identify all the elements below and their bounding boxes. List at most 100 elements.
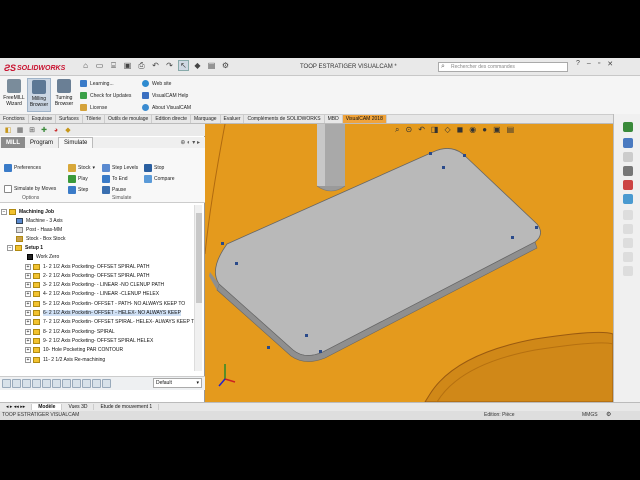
options-gear-icon[interactable]: ⚙ <box>220 60 231 71</box>
view-palette-icon[interactable] <box>623 166 633 176</box>
configuration-select[interactable]: Default ▾ <box>153 378 202 388</box>
expand-icon[interactable]: + <box>25 310 31 316</box>
task-icon[interactable] <box>623 224 633 234</box>
license-link[interactable]: License <box>80 104 107 111</box>
appearance-icon[interactable]: ● <box>482 125 487 135</box>
check-updates-link[interactable]: Check for Updates <box>80 92 131 99</box>
appearances-icon[interactable] <box>623 180 633 190</box>
tree-root[interactable]: − Machining Job <box>1 207 54 216</box>
tab-modele[interactable]: Modèle <box>32 404 63 410</box>
task-icon[interactable] <box>623 266 633 276</box>
tree-work-zero[interactable]: Work Zero <box>27 252 59 261</box>
tab-visualcam[interactable]: VisualCAM 2018 <box>342 115 387 123</box>
freemill-wizard-button[interactable]: FreeMILL Wizard <box>2 78 26 112</box>
zoom-area-icon[interactable]: ⊙ <box>405 125 412 135</box>
dimxpert-icon[interactable]: ✚ <box>39 125 49 135</box>
custom-properties-icon[interactable] <box>623 194 633 204</box>
hide-show-icon[interactable]: ◉ <box>469 125 476 135</box>
view-orientation-icon[interactable]: ◇ <box>444 125 450 135</box>
configuration-manager-icon[interactable]: ⊞ <box>27 125 37 135</box>
operation-item[interactable]: +4- 2 1/2 Axis Pocketing- - LINEAR -CLEN… <box>25 290 159 299</box>
tab-edition-directe[interactable]: Edition directe <box>152 115 192 123</box>
milling-browser-button[interactable]: Milling Browser <box>27 78 51 112</box>
tool-icon[interactable] <box>42 379 51 388</box>
redo-icon[interactable]: ↷ <box>164 60 175 71</box>
tab-marquage[interactable]: Marquage <box>191 115 221 123</box>
tool-icon[interactable] <box>22 379 31 388</box>
expand-icon[interactable]: + <box>25 263 31 270</box>
step-levels-button[interactable]: Step Levels <box>102 164 138 172</box>
pause-button[interactable]: Pause <box>102 186 126 194</box>
tree-stock[interactable]: Stock - Box Stock <box>16 234 65 243</box>
about-visualcam-link[interactable]: About VisualCAM <box>142 104 191 111</box>
expand-icon[interactable]: + <box>25 272 31 279</box>
status-help-icon[interactable]: ⚙ <box>606 411 611 418</box>
visualcam-tree-icon[interactable]: ◆ <box>63 125 73 135</box>
tree-scrollbar[interactable] <box>194 205 202 371</box>
expand-icon[interactable]: + <box>25 356 31 363</box>
solidworks-logo[interactable]: ƧS SOLIDWORKS <box>4 62 65 74</box>
preferences-button[interactable]: Preferences <box>4 164 41 172</box>
tab-complements[interactable]: Compléments de SOLIDWORKS <box>244 115 325 123</box>
home-icon[interactable]: ⌂ <box>80 60 91 71</box>
tree-machine[interactable]: Machine - 3 Axis <box>16 216 63 225</box>
undo-icon[interactable]: ↶ <box>150 60 161 71</box>
tab-program[interactable]: Program <box>25 137 58 148</box>
view-settings-icon[interactable]: ▤ <box>507 125 515 135</box>
collapse-icon[interactable]: − <box>1 208 7 215</box>
tab-motion-study[interactable]: Etude de mouvement 1 <box>94 404 160 410</box>
file-explorer-icon[interactable] <box>623 152 633 162</box>
tool-icon[interactable] <box>32 379 41 388</box>
print-icon[interactable]: ⎙ <box>136 60 147 71</box>
property-manager-icon[interactable]: ▦ <box>15 125 25 135</box>
previous-view-icon[interactable]: ↶ <box>418 125 425 135</box>
restore-icon[interactable]: ▫ <box>598 60 600 68</box>
turning-browser-button[interactable]: Turning Browser <box>52 78 76 112</box>
zoom-fit-icon[interactable]: ⌕ <box>395 125 399 135</box>
operation-item[interactable]: +2- 2 1/2 Axis Pocketing- OFFSET SPIRAL … <box>25 271 150 280</box>
operation-item[interactable]: +1- 2 1/2 Axis Pocketing- OFFSET SPIRAL … <box>25 262 150 271</box>
tab-evaluer[interactable]: Evaluer <box>221 115 245 123</box>
operation-item[interactable]: +8- 2 1/2 Axis Pocketing- SPIRAL <box>25 327 115 336</box>
design-library-icon[interactable] <box>623 138 633 148</box>
tab-vues-3d[interactable]: Vues 3D <box>62 404 95 410</box>
tab-simulate[interactable]: Simulate <box>58 137 94 148</box>
expand-icon[interactable]: + <box>25 282 31 289</box>
resources-icon[interactable] <box>623 122 633 132</box>
rebuild-icon[interactable]: ◆ <box>192 60 203 71</box>
task-icon[interactable] <box>623 238 633 248</box>
display-manager-icon[interactable]: ◕ <box>51 125 61 135</box>
operation-item[interactable]: +11- 2 1/2 Axis Re-machining <box>25 355 105 364</box>
stock-button[interactable]: Stock ▾ <box>68 164 95 172</box>
save-icon[interactable]: ▣ <box>122 60 133 71</box>
step-button[interactable]: Step <box>68 186 88 194</box>
tool-icon[interactable] <box>52 379 61 388</box>
tab-fonctions[interactable]: Fonctions <box>0 115 29 123</box>
nav-arrows-icon[interactable]: ◂ ▸ ◂◂ ▸▸ <box>0 404 33 410</box>
website-link[interactable]: Web site <box>142 80 171 87</box>
open-icon[interactable]: ⌸ <box>108 60 119 71</box>
operation-item[interactable]: +5- 2 1/2 Axis Pocketin- OFFSET - PATH- … <box>25 299 185 308</box>
tab-tolerie[interactable]: Tôlerie <box>83 115 106 123</box>
operation-item[interactable]: +7- 2 1/2 Axis Pocketin- OFFSET SPIRAL- … <box>25 318 194 327</box>
operation-item[interactable]: +6- 2 1/2 Axis Pocketin- OFFSET - HELEX-… <box>25 309 181 318</box>
minimize-icon[interactable]: – <box>587 60 591 68</box>
help-icon[interactable]: ? <box>576 60 580 68</box>
task-icon[interactable] <box>623 252 633 262</box>
expand-icon[interactable]: + <box>25 291 31 298</box>
stop-button[interactable]: Stop <box>144 164 164 172</box>
collapse-icon[interactable]: − <box>7 244 13 251</box>
tool-icon[interactable] <box>72 379 81 388</box>
compare-button[interactable]: Compare <box>144 175 175 183</box>
simulate-by-moves-checkbox[interactable]: Simulate by Moves <box>4 185 56 193</box>
command-search-input[interactable]: ⌕ Rechercher des commandes <box>438 62 568 72</box>
section-view-icon[interactable]: ◨ <box>431 125 439 135</box>
tool-icon[interactable] <box>82 379 91 388</box>
expand-icon[interactable]: + <box>25 328 31 335</box>
tab-outils-moulage[interactable]: Outils de moulage <box>105 115 153 123</box>
graphics-viewport[interactable]: ⌕ ⊙ ↶ ◨ ◇ ◼ ◉ ● ▣ ▤ <box>205 124 613 402</box>
display-style-icon[interactable]: ◼ <box>457 125 464 135</box>
to-end-button[interactable]: To End <box>102 175 128 183</box>
visualcam-help-link[interactable]: VisualCAM Help <box>142 92 188 99</box>
tool-icon[interactable] <box>62 379 71 388</box>
